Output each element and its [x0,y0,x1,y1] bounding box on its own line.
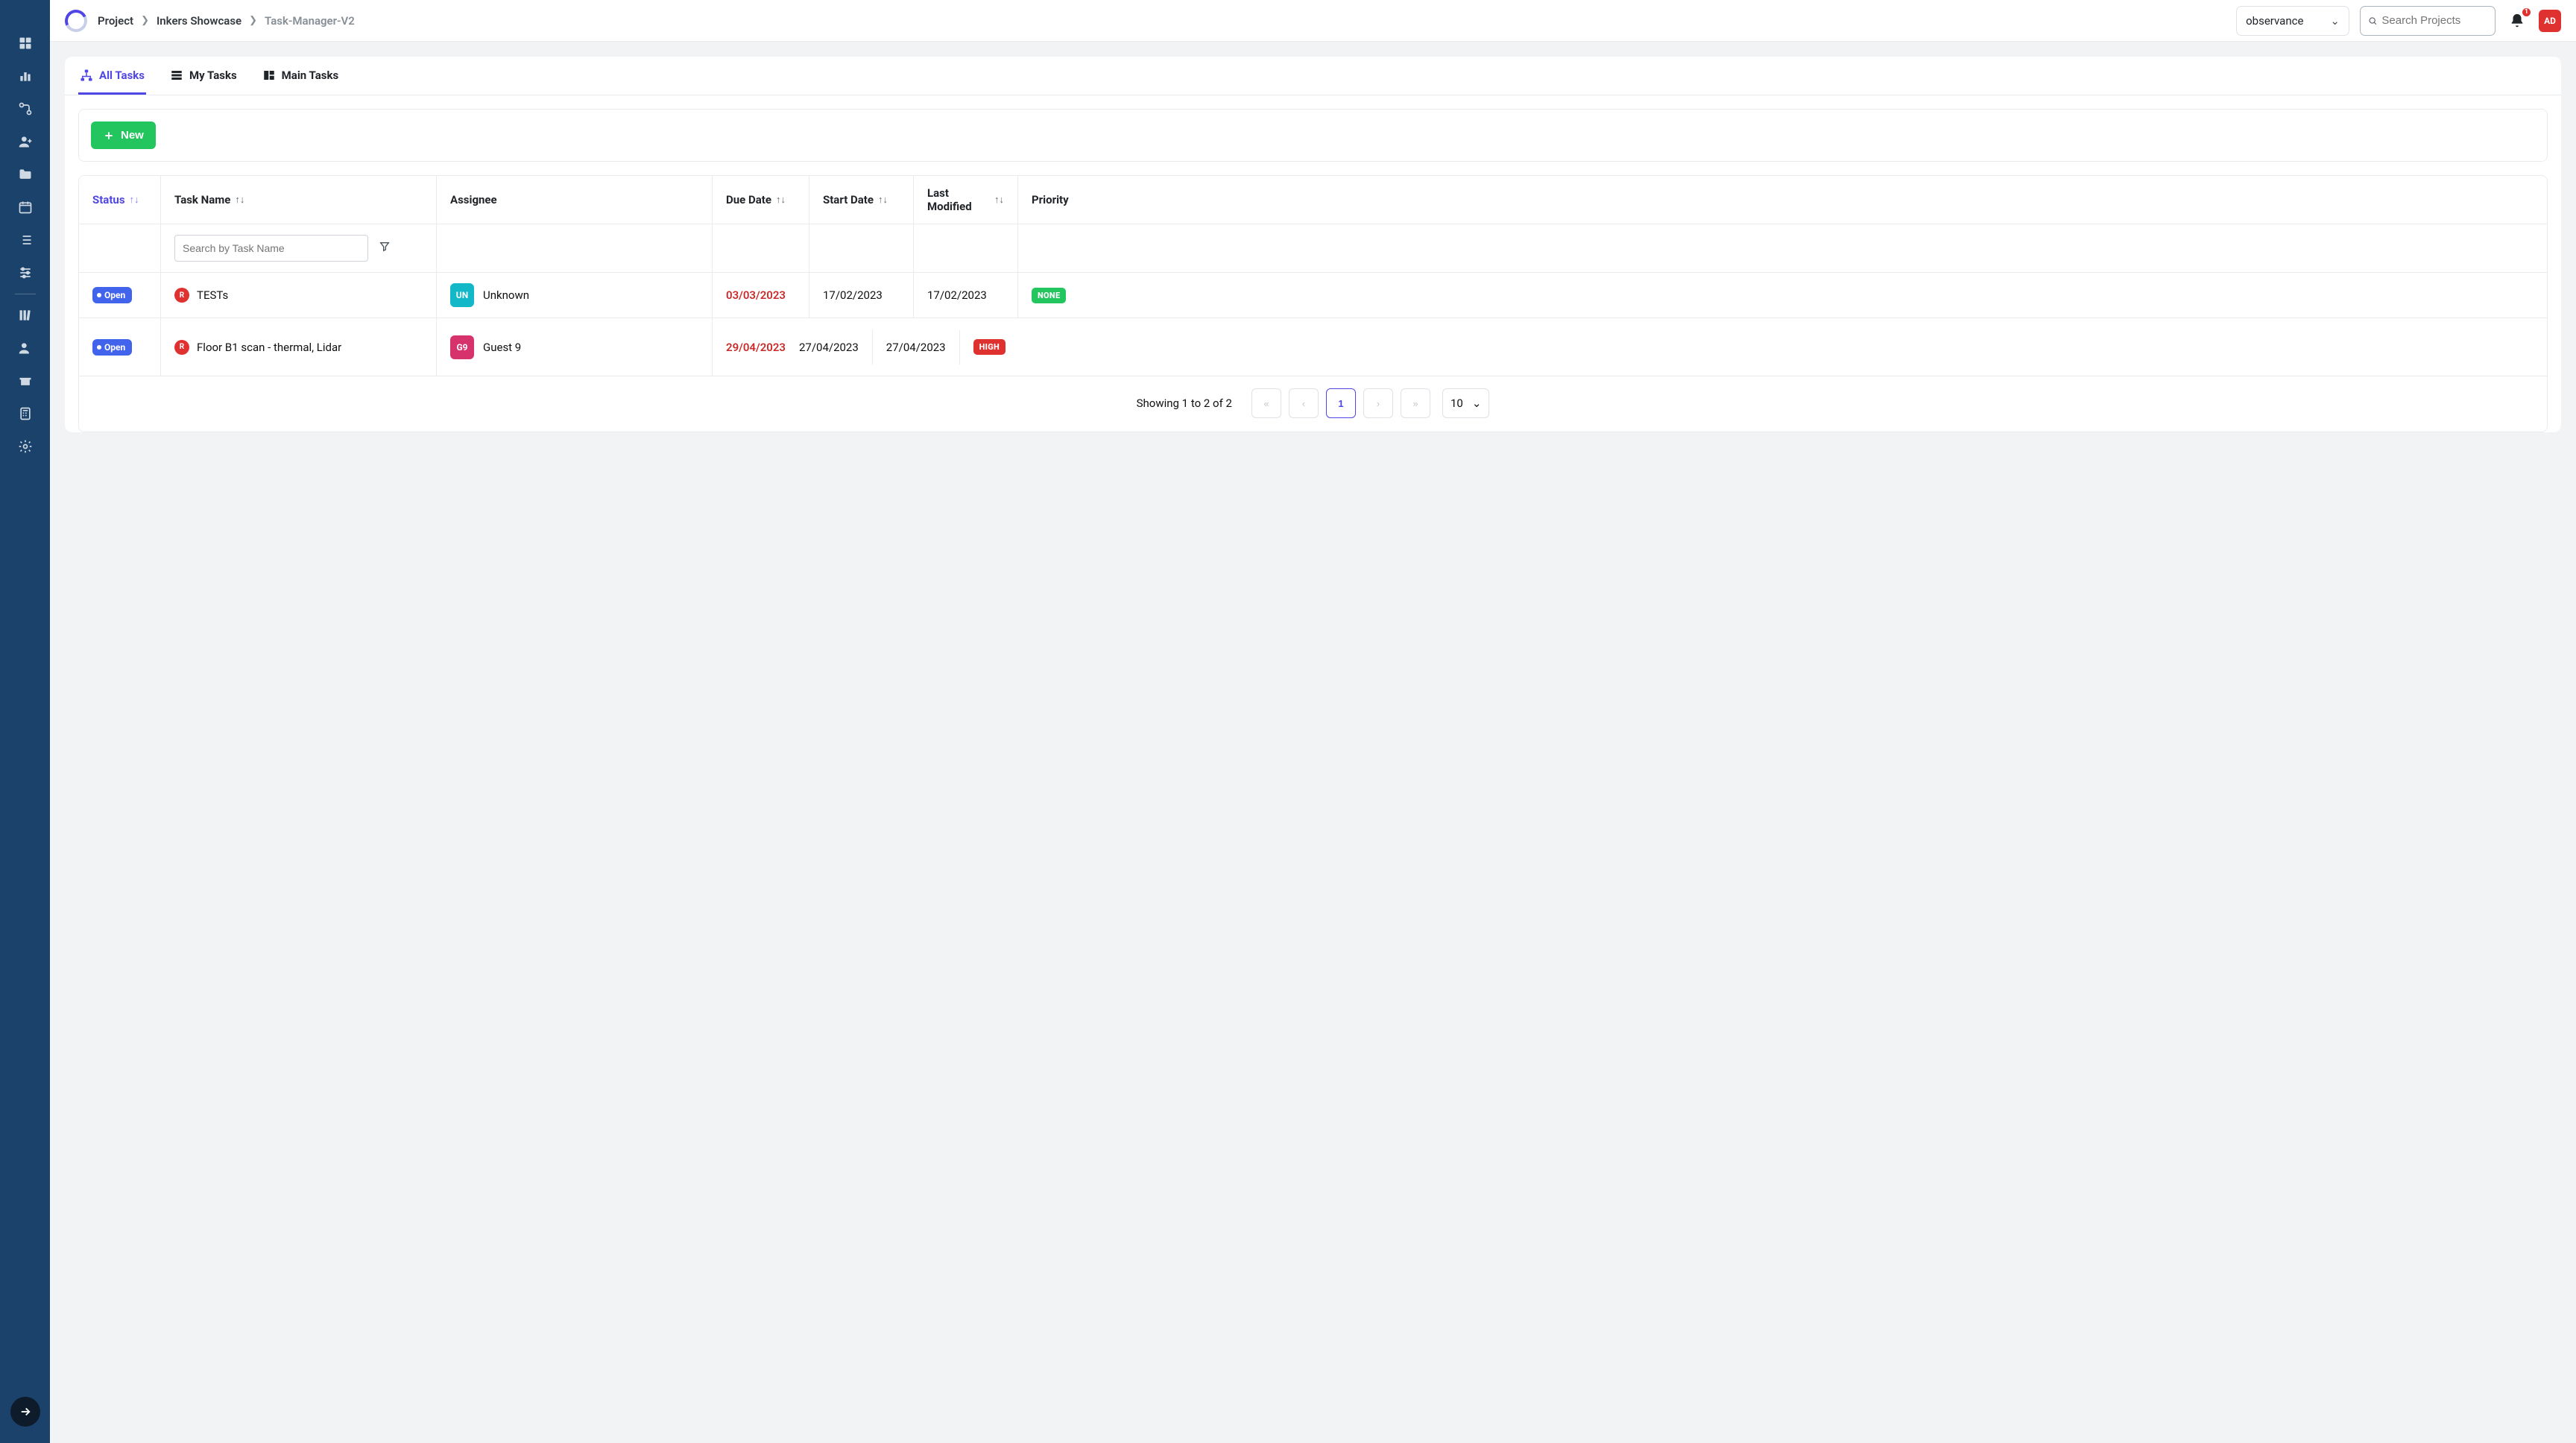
workspace-dropdown-value: observance [2246,14,2303,28]
chevron-right-icon: ❯ [249,15,257,26]
sort-icon: ↑↓ [776,194,786,206]
tasks-icon [170,69,183,82]
pagination: Showing 1 to 2 of 2 « ‹ 1 › » 10 ⌄ [79,376,2547,432]
sidebar-workflow-icon[interactable] [12,98,39,119]
sitemap-icon [80,69,93,82]
tab-label: Main Tasks [282,69,339,82]
topbar: Project ❯ Inkers Showcase ❯ Task-Manager… [50,0,2576,42]
page-number-button[interactable]: 1 [1326,388,1356,418]
toolbar: New [78,109,2548,162]
sidebar-library-icon[interactable] [12,305,39,326]
status-badge: Open [92,339,132,356]
page-first-button[interactable]: « [1251,388,1281,418]
tab-label: My Tasks [189,69,237,82]
tab-all-tasks[interactable]: All Tasks [78,57,146,95]
table-filter-row [79,224,2547,273]
sidebar-expand-button[interactable] [10,1397,40,1427]
sidebar-archive-icon[interactable] [12,370,39,391]
tab-main-tasks[interactable]: Main Tasks [261,57,341,95]
col-assignee[interactable]: Assignee [437,176,713,224]
search-projects-input[interactable] [2381,14,2487,27]
logo-icon [62,6,90,34]
priority-badge: HIGH [973,339,1006,355]
chevron-right-icon: ❯ [141,15,149,26]
plus-icon [103,130,115,142]
sidebar-list-icon[interactable] [12,230,39,250]
breadcrumbs: Project ❯ Inkers Showcase ❯ Task-Manager… [98,14,355,28]
assignee-avatar: UN [450,283,474,307]
breadcrumb-showcase[interactable]: Inkers Showcase [157,14,242,28]
sidebar-dashboard-icon[interactable] [12,33,39,54]
start-date: 17/02/2023 [823,288,883,302]
table-row[interactable]: Open R TESTs UN Unknown 03/03/2023 17/02/2… [79,273,2547,318]
board-icon [262,69,276,82]
chevron-down-icon: ⌄ [2330,14,2340,28]
sidebar-sliders-icon[interactable] [12,262,39,283]
last-modified: 27/04/2023 [886,341,946,354]
breadcrumb-current: Task-Manager-V2 [265,14,355,28]
assignee-name: Guest 9 [483,341,521,354]
table-header: Status↑↓ Task Name↑↓ Assignee Due Date↑↓… [79,176,2547,224]
notification-badge: 1 [2521,7,2532,18]
col-start-date[interactable]: Start Date↑↓ [809,176,914,224]
page-prev-button[interactable]: ‹ [1289,388,1319,418]
due-date: 03/03/2023 [726,288,786,302]
sidebar-calculator-icon[interactable] [12,403,39,424]
owner-avatar: R [174,288,189,303]
task-name: Floor B1 scan - thermal, Lidar [197,341,341,354]
status-badge: Open [92,287,132,303]
pagination-summary: Showing 1 to 2 of 2 [1137,397,1232,410]
page-next-button[interactable]: › [1363,388,1393,418]
col-priority[interactable]: Priority [1018,176,1070,224]
sort-icon: ↑↓ [235,194,244,206]
assignee-avatar: G9 [450,335,474,359]
col-due-date[interactable]: Due Date↑↓ [713,176,809,224]
due-date: 29/04/2023 [726,341,786,354]
tab-label: All Tasks [99,69,145,82]
search-icon [2368,16,2377,26]
sort-icon: ↑↓ [878,194,888,206]
col-status[interactable]: Status↑↓ [79,176,161,224]
start-date: 27/04/2023 [799,341,859,354]
sort-icon: ↑↓ [994,194,1004,206]
notifications-button[interactable]: 1 [2506,10,2528,32]
sidebar-user-add-icon[interactable] [12,131,39,152]
new-task-button[interactable]: New [91,121,156,149]
task-card: All Tasks My Tasks Main Tasks New [65,57,2561,432]
sidebar-folder-icon[interactable] [12,164,39,185]
sort-icon: ↑↓ [130,194,139,206]
new-task-label: New [121,129,144,142]
sidebar-analytics-icon[interactable] [12,66,39,86]
breadcrumb-project[interactable]: Project [98,14,133,28]
owner-avatar: R [174,340,189,355]
priority-badge: NONE [1032,288,1066,303]
sidebar-team-icon[interactable] [12,338,39,359]
col-last-modified[interactable]: Last Modified↑↓ [914,176,1018,224]
search-projects-box[interactable] [2360,6,2496,36]
filter-icon[interactable] [379,241,391,256]
last-modified: 17/02/2023 [927,288,987,302]
task-table: Status↑↓ Task Name↑↓ Assignee Due Date↑↓… [78,175,2548,432]
sidebar-calendar-icon[interactable] [12,197,39,218]
sidebar [0,0,50,1443]
task-name: TESTs [197,288,228,302]
sidebar-settings-icon[interactable] [12,436,39,457]
task-name-filter-input[interactable] [174,235,368,262]
page-size-dropdown[interactable]: 10 ⌄ [1442,388,1489,418]
col-task-name[interactable]: Task Name↑↓ [161,176,437,224]
tab-my-tasks[interactable]: My Tasks [168,57,239,95]
user-avatar[interactable]: AD [2539,10,2561,32]
tabs: All Tasks My Tasks Main Tasks [65,57,2561,95]
main: Project ❯ Inkers Showcase ❯ Task-Manager… [50,0,2576,1443]
table-row[interactable]: Open R Floor B1 scan - thermal, Lidar G9 G… [79,318,2547,376]
workspace-dropdown[interactable]: observance ⌄ [2236,6,2349,36]
assignee-name: Unknown [483,288,529,302]
page-last-button[interactable]: » [1401,388,1430,418]
chevron-down-icon: ⌄ [1472,397,1482,410]
